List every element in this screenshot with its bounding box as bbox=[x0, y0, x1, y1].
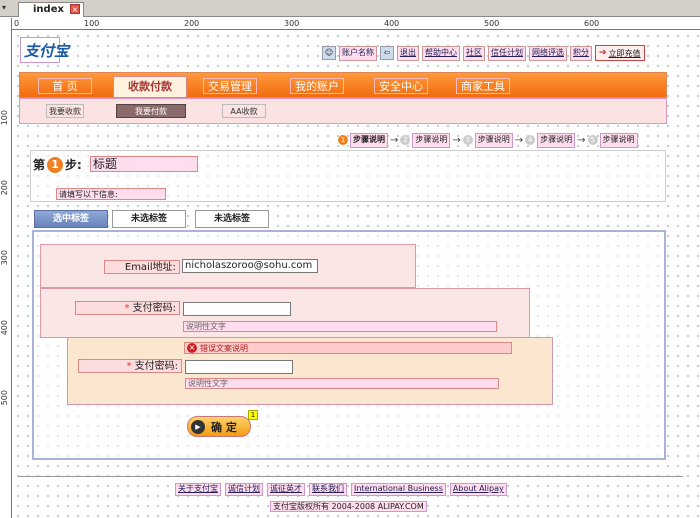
step-label: 步骤说明 bbox=[474, 132, 513, 148]
step-number: 1 bbox=[338, 135, 348, 145]
footer-link-trust[interactable]: 诚信计划 bbox=[225, 483, 263, 496]
tab-selected[interactable]: 选中标签 bbox=[34, 210, 108, 228]
trust-plan-link[interactable]: 信任计划 bbox=[488, 45, 526, 61]
subnav-receive[interactable]: 我要收款 bbox=[46, 104, 84, 118]
community-link[interactable]: 社区 bbox=[463, 45, 485, 61]
step-number: 4 bbox=[525, 135, 536, 145]
vertical-ruler: 100 200 300 400 500 bbox=[0, 18, 12, 518]
editor-tab-bar bbox=[0, 0, 700, 17]
copyright: 支付宝版权所有 2004-2008 ALIPAY.COM bbox=[270, 501, 427, 512]
footer-link-about-en[interactable]: About Alipay bbox=[449, 483, 507, 496]
step-number: 3 bbox=[462, 135, 473, 145]
step-heading: 第 1 步: bbox=[33, 156, 82, 173]
password-hint-2: 说明性文字 bbox=[185, 378, 499, 389]
step-label: 步骤说明 bbox=[537, 132, 576, 148]
nav-trades[interactable]: 交易管理 bbox=[203, 78, 257, 94]
ruler-label: 200 bbox=[184, 19, 200, 28]
step-indicator: 1 步骤说明 → 2 步骤说明 → 3 步骤说明 → 4 步骤说明 → 5 步骤… bbox=[338, 132, 638, 148]
step-prefix: 第 bbox=[33, 158, 46, 172]
footer-link-contact[interactable]: 联系我们 bbox=[309, 483, 347, 496]
ruler-label: 400 bbox=[0, 320, 9, 336]
arrow-right-icon: → bbox=[577, 134, 586, 146]
play-icon: ▶ bbox=[191, 419, 205, 434]
submit-badge: 1 bbox=[248, 410, 258, 420]
ruler-label: 500 bbox=[0, 390, 9, 406]
logout-link[interactable]: 退出 bbox=[397, 45, 419, 61]
tab-unselected-1[interactable]: 未选标签 bbox=[112, 210, 186, 228]
footer-divider bbox=[18, 476, 683, 477]
fill-hint: 请填写以下信息: bbox=[56, 188, 166, 200]
ruler-label: 0 bbox=[14, 19, 20, 28]
step-suffix: 步: bbox=[65, 158, 82, 172]
nav-payment[interactable]: 收款付款 bbox=[113, 76, 187, 98]
ruler-label: 500 bbox=[484, 19, 500, 28]
ruler-label: 300 bbox=[284, 19, 300, 28]
email-label: Email地址: bbox=[104, 260, 180, 274]
arrow-right-icon: → bbox=[452, 134, 461, 146]
password-hint: 说明性文字 bbox=[183, 321, 497, 332]
nav-account[interactable]: 我的账户 bbox=[290, 78, 344, 94]
required-mark: * bbox=[124, 303, 130, 314]
tab-menu-icon[interactable]: ▾ bbox=[2, 3, 12, 13]
arrow-right-icon: → bbox=[514, 134, 524, 146]
recharge-button[interactable]: ➔ 立即充值 bbox=[595, 45, 645, 61]
user-links: ☺ 账户名称 ⇦ 退出 帮助中心 社区 信任计划 网络评选 积分 ➔ 立即充值 bbox=[322, 44, 645, 62]
confirm-label: 确 定 bbox=[211, 420, 237, 434]
password-label-text: 支付密码: bbox=[132, 303, 176, 314]
user-icon: ☺ bbox=[322, 46, 336, 60]
password-label-text-2: 支付密码: bbox=[134, 361, 178, 372]
password-input-2[interactable] bbox=[185, 360, 293, 374]
step-label: 步骤说明 bbox=[599, 132, 638, 148]
password-label-2: * 支付密码: bbox=[78, 359, 182, 373]
close-tab-icon[interactable]: × bbox=[70, 4, 80, 14]
exit-icon: ⇦ bbox=[380, 46, 394, 60]
subnav-aa[interactable]: AA收款 bbox=[222, 104, 266, 118]
points-link[interactable]: 积分 bbox=[570, 45, 592, 61]
subnav-pay[interactable]: 我要付款 bbox=[116, 104, 186, 118]
nav-home[interactable]: 首 页 bbox=[38, 78, 92, 94]
document-tab-label: index bbox=[33, 4, 64, 15]
account-name: 账户名称 bbox=[339, 45, 377, 61]
arrow-right-icon: ➔ bbox=[599, 48, 607, 58]
step-number-badge: 1 bbox=[47, 156, 64, 173]
ruler-label: 400 bbox=[384, 19, 400, 28]
footer-link-intl[interactable]: International Business bbox=[351, 483, 446, 496]
step-label: 步骤说明 bbox=[350, 132, 388, 148]
nav-merchant-tools[interactable]: 商家工具 bbox=[456, 78, 510, 94]
step-number: 5 bbox=[587, 135, 598, 145]
horizontal-ruler: 0 100 200 300 400 500 600 bbox=[12, 18, 700, 30]
rating-link[interactable]: 网络评选 bbox=[529, 45, 567, 61]
ruler-label: 100 bbox=[0, 110, 9, 126]
nav-security[interactable]: 安全中心 bbox=[374, 78, 428, 94]
confirm-button[interactable]: ▶ 确 定 bbox=[187, 416, 251, 437]
ruler-label: 100 bbox=[84, 19, 100, 28]
ruler-label: 600 bbox=[584, 19, 600, 28]
page-title: 标题 bbox=[90, 156, 198, 172]
required-mark: * bbox=[126, 361, 132, 372]
recharge-label: 立即充值 bbox=[608, 48, 641, 58]
tab-unselected-2[interactable]: 未选标签 bbox=[195, 210, 269, 228]
password-label: * 支付密码: bbox=[75, 301, 180, 315]
step-number: 2 bbox=[400, 135, 411, 145]
alipay-logo: 支付宝 bbox=[24, 42, 70, 60]
step-label: 步骤说明 bbox=[412, 132, 451, 148]
password-input[interactable] bbox=[183, 302, 291, 316]
error-message: × 错误文案说明 bbox=[184, 342, 512, 354]
error-icon: × bbox=[187, 343, 197, 353]
help-link[interactable]: 帮助中心 bbox=[422, 45, 460, 61]
footer-link-jobs[interactable]: 诚征英才 bbox=[267, 483, 305, 496]
footer-links: 关于支付宝 诚信计划 诚征英才 联系我们 International Busin… bbox=[175, 483, 507, 496]
footer-link-about[interactable]: 关于支付宝 bbox=[175, 483, 221, 496]
email-field[interactable]: nicholaszoroo@sohu.com bbox=[182, 259, 318, 273]
ruler-label: 300 bbox=[0, 250, 9, 266]
error-text: 错误文案说明 bbox=[200, 343, 248, 353]
ruler-label: 200 bbox=[0, 180, 9, 196]
arrow-right-icon: → bbox=[390, 134, 399, 146]
